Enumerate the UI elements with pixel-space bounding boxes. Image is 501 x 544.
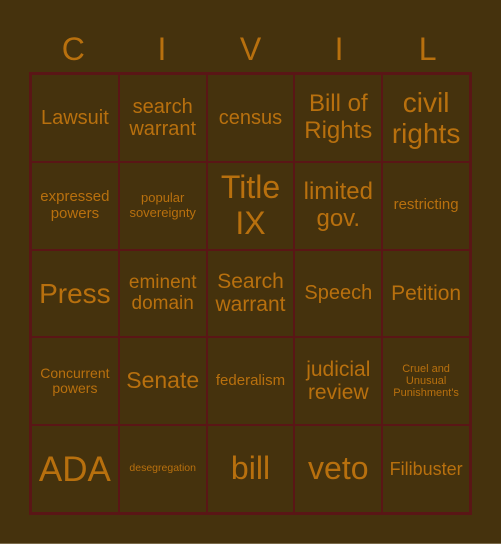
header-letter: I <box>157 31 167 67</box>
bingo-cell[interactable]: bill <box>206 425 295 513</box>
bingo-cell[interactable]: Bill of Rights <box>294 74 383 162</box>
bingo-cell[interactable]: Senate <box>118 337 207 426</box>
bingo-cell[interactable]: Lawsuit <box>31 74 119 162</box>
bingo-cell[interactable]: judicial review <box>294 337 383 426</box>
bingo-cell[interactable]: Title IX <box>206 161 295 250</box>
bingo-cell[interactable]: desegregation <box>118 425 207 513</box>
bingo-cell[interactable]: Filibuster <box>382 425 470 513</box>
bingo-cell[interactable]: Cruel and Unusual Punishment's <box>382 337 470 426</box>
bingo-cell[interactable]: Concurrent powers <box>31 337 119 426</box>
bingo-cell[interactable]: search warrant <box>118 74 207 162</box>
bingo-cell[interactable]: Press <box>31 249 119 338</box>
bingo-cell[interactable]: ADA <box>31 425 119 513</box>
bingo-cell[interactable]: Petition <box>382 249 470 338</box>
bingo-cell[interactable]: veto <box>294 425 383 513</box>
bingo-cell[interactable]: Speech <box>294 249 383 338</box>
bingo-cell[interactable]: restricting <box>382 161 470 250</box>
bingo-cell[interactable]: eminent domain <box>118 249 207 338</box>
header-letter: I <box>334 31 344 67</box>
header-letter: C <box>61 31 85 67</box>
bingo-cell[interactable]: expressed powers <box>31 161 119 250</box>
header-letter: L <box>418 31 437 67</box>
bingo-cell[interactable]: Search warrant <box>206 249 295 338</box>
bingo-cell[interactable]: federalism <box>206 337 295 426</box>
bingo-cell[interactable]: popular sovereignty <box>118 161 207 250</box>
bingo-header: C I V I L <box>29 26 472 72</box>
bingo-cell[interactable]: civil rights <box>382 74 470 162</box>
bingo-cell[interactable]: limited gov. <box>294 161 383 250</box>
bingo-cell[interactable]: census <box>206 74 295 162</box>
bingo-grid: Lawsuit search warrant census Bill of Ri… <box>29 72 472 515</box>
header-letter: V <box>239 31 262 67</box>
